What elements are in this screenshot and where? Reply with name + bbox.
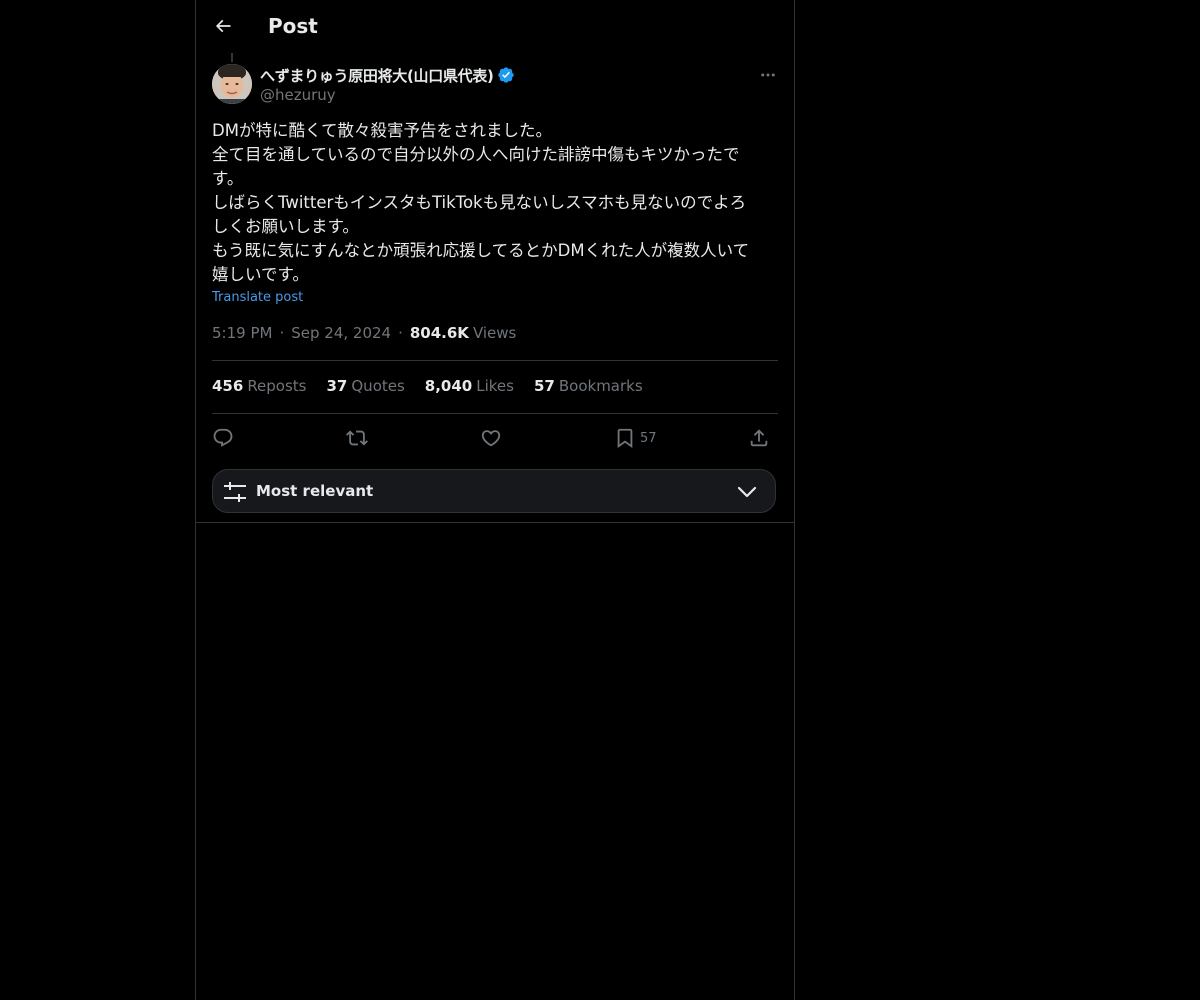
reply-sort-dropdown[interactable]: Most relevant (212, 469, 776, 513)
post-text-line: 全て目を通しているので自分以外の人へ向けた誹謗中傷もキツかったで (212, 145, 740, 164)
page-title: Post (268, 14, 318, 38)
more-options-button[interactable] (756, 65, 780, 85)
post-text-line: しばらくTwitterもインスタもTikTokも見ないしスマホも見ないのでよろ (212, 193, 747, 212)
author-name-row[interactable]: へずまりゅう原田将大(山口県代表) (260, 64, 515, 86)
stat-count: 456 (212, 377, 244, 395)
avatar[interactable] (212, 64, 252, 104)
stat-count: 37 (326, 377, 348, 395)
back-button[interactable] (206, 9, 240, 43)
reply-icon (213, 428, 233, 447)
like-button[interactable] (480, 424, 502, 452)
post-text-line: しくお願いします。 (212, 217, 359, 236)
repost-icon (346, 430, 368, 446)
stat-count: 8,040 (424, 377, 473, 395)
stat-reposts[interactable]: 456 Reposts (212, 377, 307, 395)
more-dots-icon (761, 73, 775, 77)
heart-icon (481, 430, 501, 447)
reply-button[interactable] (212, 424, 234, 452)
sort-label: Most relevant (256, 482, 374, 500)
post-text-line: す。 (212, 169, 244, 188)
stat-label: Quotes (351, 377, 405, 395)
post-meta: 5:19 PM · Sep 24, 2024 · 804.6K Views (212, 324, 516, 342)
main-column: Post へずまりゅう原田将大(山口県代表) @hezuruy DMが特に酷くて… (195, 0, 795, 1000)
thread-connector (231, 53, 233, 62)
author-display-name[interactable]: へずまりゅう原田将大(山口県代表) (260, 65, 494, 86)
avatar-photo (212, 64, 252, 104)
stat-label: Likes (476, 377, 514, 395)
translate-post-link[interactable]: Translate post (212, 290, 303, 305)
bookmark-icon (617, 428, 633, 449)
stat-quotes[interactable]: 37 Quotes (327, 377, 405, 395)
bookmark-count: 57 (640, 430, 657, 446)
post-text-line: DMが特に酷くて散々殺害予告をされました。 (212, 121, 552, 140)
repost-button[interactable] (346, 424, 368, 452)
post-text-line: もう既に気にすんなとか頑張れ応援してるとかDMくれた人が複数人いて (212, 241, 750, 260)
author-handle[interactable]: @hezuruy (260, 86, 336, 104)
meta-separator: · (279, 324, 285, 342)
stat-label: Reposts (247, 377, 307, 395)
stat-likes[interactable]: 8,040 Likes (425, 377, 514, 395)
engagement-stats: 456 Reposts 37 Quotes 8,040 Likes 57 Bookmar… (212, 377, 663, 395)
post-time[interactable]: 5:19 PM (212, 324, 272, 342)
share-icon (750, 429, 768, 447)
post-text-line: 嬉しいです。 (212, 265, 309, 284)
divider (212, 360, 778, 361)
stat-bookmarks[interactable]: 57 Bookmarks (534, 377, 643, 395)
share-button[interactable] (748, 424, 770, 452)
top-bar: Post (196, 0, 794, 53)
meta-separator: · (398, 324, 403, 342)
sliders-icon (224, 482, 246, 506)
divider (212, 413, 778, 414)
arrow-left-icon (215, 19, 231, 33)
stat-count: 57 (533, 377, 555, 395)
verified-badge-icon (497, 66, 515, 84)
chevron-down-icon (737, 484, 757, 503)
views-count: 804.6K (409, 324, 469, 342)
post-date[interactable]: Sep 24, 2024 (291, 324, 391, 342)
stat-label: Bookmarks (558, 377, 643, 395)
views-label: Views (472, 324, 517, 342)
bookmark-button[interactable]: 57 (614, 424, 657, 452)
divider (196, 522, 794, 523)
action-bar: 57 (212, 424, 778, 452)
post-text: DMが特に酷くて散々殺害予告をされました。 全て目を通しているので自分以外の人へ… (212, 119, 772, 287)
